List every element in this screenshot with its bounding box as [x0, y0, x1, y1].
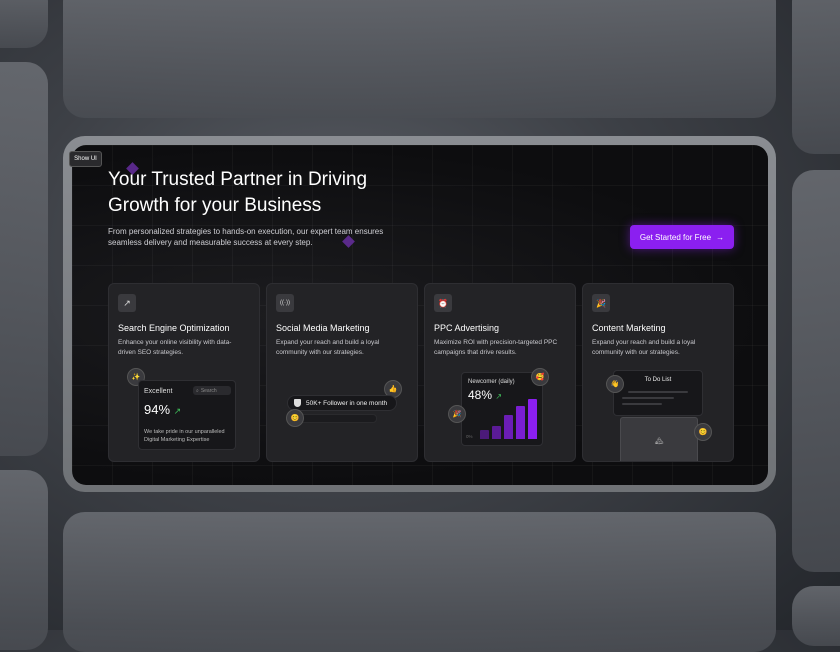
ppc-stat-label: Newcomer (daily) [468, 379, 515, 385]
seo-stat-value: 94% ↗ [144, 402, 181, 417]
search-input[interactable]: ⌕ Search [193, 386, 231, 395]
wave-icon: 👋 [606, 375, 624, 393]
card-description: Maximize ROI with precision-targeted PPC… [434, 339, 558, 356]
bg-tile-right-top [792, 0, 840, 154]
ppc-axis-mark: 0% [466, 434, 473, 439]
smile-icon: 😊 [286, 409, 304, 427]
seo-stat-card: Excellent ⌕ Search 94% ↗ We take pride i… [138, 380, 236, 450]
image-placeholder: 🏔 [620, 417, 698, 461]
seo-stat-label: Excellent [144, 388, 173, 395]
get-started-button[interactable]: Get Started for Free → [630, 225, 734, 249]
hero-subtitle: From personalized strategies to hands-on… [108, 227, 384, 247]
todo-line [628, 391, 688, 393]
card-title: PPC Advertising [434, 323, 500, 333]
ppc-bar [528, 399, 537, 439]
hero-panel: Your Trusted Partner in Driving Growth f… [72, 145, 768, 485]
follower-pill: 50K+ Follower in one month [287, 395, 397, 411]
bg-tile-top [63, 0, 776, 118]
follower-text: 50K+ Follower in one month [306, 399, 388, 407]
card-title: Content Marketing [592, 323, 666, 333]
ppc-bar [504, 415, 513, 439]
todo-line [622, 397, 674, 399]
search-icon: ⌕ [196, 387, 199, 394]
ppc-bar-chart [480, 395, 538, 439]
seo-percent: 94% [144, 402, 171, 417]
party-icon: 🎉 [592, 294, 610, 312]
shield-icon [294, 399, 301, 407]
todo-title: To Do List [644, 377, 672, 383]
alarm-icon: ⏰ [434, 294, 452, 312]
card-description: Enhance your online visibility with data… [118, 339, 232, 356]
bg-tile-right-bottom [792, 586, 840, 646]
bg-tile-left-mid [0, 62, 48, 456]
search-placeholder: Search [200, 387, 217, 394]
ppc-stat-card: Newcomer (daily) 48% ↗ 0% [461, 372, 543, 446]
broadcast-icon: ((·)) [276, 294, 294, 312]
card-title: Social Media Marketing [276, 323, 370, 333]
card-title: Search Engine Optimization [118, 323, 230, 333]
ppc-bar [480, 430, 489, 439]
bg-tile-right-mid [792, 170, 840, 572]
ppc-bar [516, 406, 525, 439]
bg-tile-left-top [0, 0, 48, 48]
card-description: Expand your reach and build a loyal comm… [276, 339, 380, 356]
confetti-icon: 🎉 [448, 405, 466, 423]
service-card-seo[interactable]: ↗ Search Engine Optimization Enhance you… [108, 283, 260, 462]
seo-footnote: We take pride in our unparalleled Digita… [144, 429, 225, 443]
show-ui-button[interactable]: Show UI [69, 151, 102, 167]
hero-title: Your Trusted Partner in Driving Growth f… [108, 169, 368, 216]
service-card-ppc[interactable]: ⏰ PPC Advertising Maximize ROI with prec… [424, 283, 576, 462]
trend-up-icon: ↗ [118, 294, 136, 312]
image-icon: 🏔 [654, 438, 664, 445]
growth-arrow-icon: ↗ [173, 406, 182, 416]
service-card-content[interactable]: 🎉 Content Marketing Expand your reach an… [582, 283, 734, 462]
arrow-right-icon: → [716, 232, 725, 242]
bg-tile-bottom [63, 512, 776, 652]
card-description: Expand your reach and build a loyal comm… [592, 339, 696, 356]
get-started-label: Get Started for Free [639, 232, 712, 242]
heart-eyes-icon: 🥰 [531, 368, 549, 386]
service-card-social[interactable]: ((·)) Social Media Marketing Expand your… [266, 283, 418, 462]
todo-line [622, 403, 662, 405]
todo-card: To Do List [613, 370, 703, 416]
ppc-bar [492, 426, 501, 439]
bg-tile-left-bottom [0, 470, 48, 650]
follower-pill-shadow [295, 414, 377, 423]
smile-icon: 😊 [694, 423, 712, 441]
